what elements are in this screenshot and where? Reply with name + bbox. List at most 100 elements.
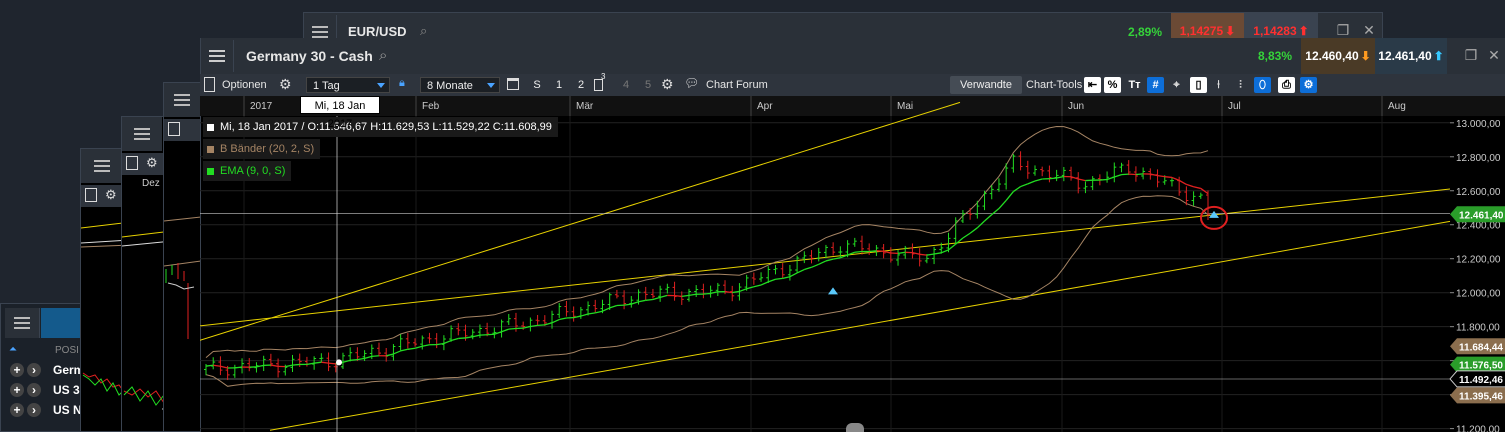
menu-button[interactable]: [164, 83, 200, 117]
ema-line-segment: [1027, 180, 1036, 185]
chart-toolbar: Optionen ⚙ 1 Tag 🔒︎ 8 Monate S 1 2 3 4 5…: [200, 72, 1505, 97]
search-icon[interactable]: ⌕: [379, 47, 387, 64]
y-axis-label: 12.000,00: [1456, 289, 1501, 300]
range-select[interactable]: 8 Monate: [420, 77, 500, 93]
ema-line-segment: [652, 296, 661, 301]
y-axis-label: 12.800,00: [1456, 153, 1501, 164]
ema-line-segment: [724, 291, 733, 294]
settings-gear-icon[interactable]: ⚙: [661, 76, 674, 93]
list-row[interactable]: + › US N: [10, 401, 82, 419]
crosshair-point: [336, 359, 342, 366]
menu-button[interactable]: [122, 117, 162, 151]
sidebar-toggle-icon[interactable]: [204, 77, 215, 92]
list-row[interactable]: + › Germ: [10, 361, 84, 379]
chart-forum-link[interactable]: Chart Forum: [706, 77, 768, 93]
interval-select-value: 1 Tag: [313, 80, 340, 92]
menu-button[interactable]: [5, 308, 40, 338]
settings-tool-icon[interactable]: ⚙: [1300, 77, 1317, 93]
ema-line-segment: [1020, 183, 1029, 188]
count-button[interactable]: 2: [574, 76, 588, 94]
ema-line-segment: [869, 250, 877, 253]
count-button[interactable]: S: [530, 76, 544, 94]
indicator-icon[interactable]: ⫶: [1232, 77, 1249, 93]
calendar-icon[interactable]: [507, 78, 519, 90]
change-percent: 2,89%: [1128, 25, 1163, 39]
crosshair-icon[interactable]: ⌖: [1168, 77, 1185, 93]
add-icon[interactable]: +: [10, 363, 24, 377]
collapse-icon[interactable]: ⏶: [9, 344, 17, 355]
ema-line-segment: [559, 317, 567, 321]
ema-line-segment: [458, 337, 466, 340]
gear-icon[interactable]: ⚙: [146, 155, 158, 171]
scroll-handle[interactable]: [846, 423, 864, 432]
main-titlebar: Germany 30 - Cash ⌕ 8,83% 12.460,40 ⬇ 12.…: [201, 38, 1505, 75]
print-icon[interactable]: ⎙: [1278, 77, 1295, 93]
bollinger-marker: [207, 145, 214, 153]
expand-icon[interactable]: ›: [27, 403, 41, 417]
expand-icon[interactable]: ›: [27, 363, 41, 377]
count-button[interactable]: 1: [552, 76, 566, 94]
bollinger-text: B Bänder (20, 2, S): [220, 143, 315, 155]
count-button[interactable]: 5: [641, 76, 655, 94]
ema-line-segment: [688, 293, 697, 297]
options-menu[interactable]: Optionen: [222, 77, 267, 93]
interval-select[interactable]: 1 Tag: [306, 77, 390, 93]
bid-price[interactable]: 12.460,40 ⬇: [1301, 38, 1375, 74]
menu-button[interactable]: [81, 149, 123, 183]
ema-line-segment: [1164, 176, 1173, 179]
options-gear-icon[interactable]: ⚙: [279, 76, 292, 93]
ask-price[interactable]: 12.461,40 ⬆: [1375, 38, 1447, 74]
add-icon[interactable]: +: [10, 383, 24, 397]
bid-price-value: 12.460,40: [1305, 49, 1359, 63]
chat-icon[interactable]: 💬︎: [684, 76, 699, 90]
ema-line-segment: [1056, 175, 1064, 179]
close-icon[interactable]: ✕: [1360, 21, 1378, 39]
y-axis-label: 11.200,00: [1456, 425, 1500, 432]
ohlc-text: Mi, 18 Jan 2017 / O:11.546,67 H:11.629,5…: [220, 121, 552, 133]
cursor-tool-icon[interactable]: ⇤: [1084, 77, 1101, 93]
menu-button[interactable]: [201, 40, 234, 72]
ema-line-segment: [804, 266, 812, 271]
hamburger-icon: [134, 128, 150, 140]
add-icon[interactable]: +: [10, 403, 24, 417]
count-button[interactable]: 4: [619, 76, 633, 94]
ema-line-segment: [285, 364, 293, 368]
candle-type-icon[interactable]: ⍿: [1210, 77, 1227, 93]
tag-icon[interactable]: ⬯: [1254, 77, 1271, 93]
sidebar-toggle-icon[interactable]: [168, 122, 180, 136]
chevron-down-icon: [487, 83, 495, 88]
range-select-value: 8 Monate: [427, 80, 473, 92]
ema-line-segment: [753, 284, 762, 288]
search-icon[interactable]: ⌕: [420, 23, 427, 39]
restore-icon[interactable]: ❐: [1334, 21, 1352, 39]
text-tool-icon[interactable]: Tт: [1126, 77, 1143, 93]
close-icon[interactable]: ✕: [1485, 46, 1503, 64]
ema-line-segment: [400, 348, 408, 352]
ema-legend[interactable]: EMA (9, 0, S): [203, 161, 292, 181]
ema-line-segment: [595, 310, 603, 314]
ema-line-segment: [941, 249, 949, 254]
percent-tool-icon[interactable]: %: [1104, 77, 1121, 93]
expand-icon[interactable]: ›: [27, 383, 41, 397]
ema-line-segment: [321, 361, 329, 364]
price-chart[interactable]: 2017 Feb Mär Apr Mai Jun Jul Aug 13.000,00 12.800…: [200, 96, 1505, 432]
month-label: Dez: [142, 178, 160, 189]
date-axis-label: Jun: [1068, 101, 1084, 112]
ema-line-segment: [825, 258, 834, 262]
candle-chart-icon[interactable]: ▯: [1190, 77, 1207, 93]
date-axis-label: Mai: [897, 101, 913, 112]
sidebar-toggle-icon[interactable]: [85, 188, 97, 202]
crosshair-date-label: Mi, 18 Jan 2017: [300, 96, 380, 130]
lock-icon[interactable]: 🔒︎: [399, 77, 405, 90]
list-row[interactable]: + › US 3: [10, 381, 80, 399]
grid-icon[interactable]: #: [1147, 77, 1164, 93]
related-button[interactable]: Verwandte: [950, 76, 1022, 94]
restore-icon[interactable]: ❐: [1462, 46, 1480, 64]
gear-icon[interactable]: ⚙: [105, 187, 117, 203]
bollinger-legend[interactable]: B Bänder (20, 2, S): [203, 139, 321, 159]
ema-line-segment: [386, 353, 394, 357]
ema-line-segment: [422, 344, 430, 347]
ema-line-segment: [450, 337, 459, 342]
sidebar-toggle-icon[interactable]: [126, 156, 138, 170]
price-tag-label: 11.576,50: [1459, 361, 1503, 372]
